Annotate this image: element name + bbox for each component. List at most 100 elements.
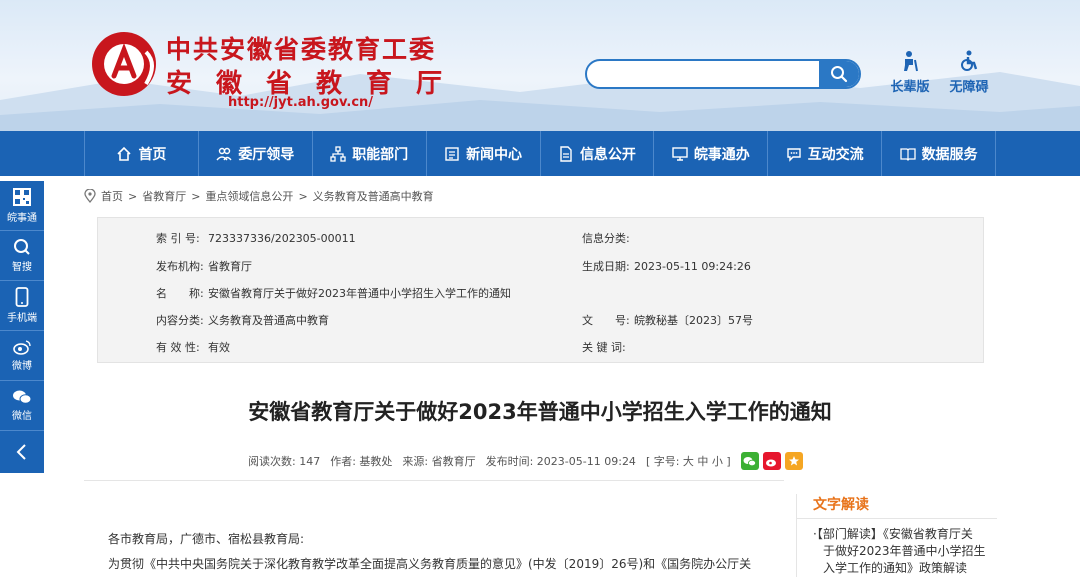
info-value: 省教育厅	[208, 260, 252, 273]
nav-item-leaders[interactable]: 委厅领导	[197, 131, 312, 176]
nav-item-services[interactable]: 皖事通办	[653, 131, 767, 176]
search-icon	[831, 66, 848, 83]
interpretation-line: 入学工作的通知》政策解读	[823, 561, 968, 575]
mobile-icon	[15, 287, 29, 307]
read-count: 阅读次数: 147	[248, 455, 321, 468]
sidebar-item-wanshitong[interactable]: 皖事通	[0, 181, 44, 231]
site-url[interactable]: http://jyt.ah.gov.cn/	[228, 95, 373, 110]
article-paragraph: 各市教育局，广德市、宿松县教育局:	[108, 532, 305, 546]
breadcrumb-separator: >	[128, 189, 138, 203]
elder-mode-link[interactable]: 长辈版	[884, 50, 936, 95]
breadcrumb-home[interactable]: 首页	[101, 188, 123, 204]
wechat-share-icon	[743, 456, 757, 466]
weibo-icon	[13, 340, 31, 355]
info-keywords-row: 关 键 词:	[582, 339, 634, 355]
elder-icon	[904, 51, 918, 72]
author: 作者: 基教处	[330, 455, 393, 468]
nav-item-departments[interactable]: 职能部门	[311, 131, 426, 176]
search-input[interactable]	[595, 64, 815, 84]
nav-item-home[interactable]: 首页	[84, 131, 198, 176]
publish-time: 发布时间: 2023-05-11 09:24	[485, 455, 636, 468]
share-wechat-button[interactable]	[740, 452, 759, 470]
accessibility-link[interactable]: 无障碍	[943, 50, 995, 95]
nav-item-data[interactable]: 数据服务	[881, 131, 996, 176]
breadcrumb-edu-dept[interactable]: 省教育厅	[142, 188, 186, 204]
info-value: 安徽省教育厅关于做好2023年普通中小学招生入学工作的通知	[208, 287, 511, 300]
document-icon	[560, 145, 572, 162]
nav-label: 新闻中心	[466, 146, 523, 163]
info-label: 索 引 号:	[156, 232, 200, 245]
star-icon	[788, 456, 799, 466]
info-label: 信息分类:	[582, 232, 630, 245]
logo-icon	[92, 32, 156, 96]
sidebar-item-mobile[interactable]: 手机端	[0, 281, 44, 331]
interpretation-link[interactable]: ·【部门解读】《安徽省教育厅关 于做好2023年普通中小学招生 入学工作的通知》…	[813, 526, 996, 577]
interpretation-line: ·【部门解读】《安徽省教育厅关	[813, 527, 973, 541]
interpretation-panel: 文字解读 ·【部门解读】《安徽省教育厅关 于做好2023年普通中小学招生 入学工…	[796, 494, 997, 577]
source: 来源: 省教育厅	[402, 455, 476, 468]
info-category-row: 信息分类:	[582, 230, 634, 246]
sidebar-label: 智搜	[12, 262, 32, 273]
sidebar-label: 皖事通	[7, 213, 37, 224]
breadcrumb-separator: >	[191, 189, 201, 203]
nav-label: 互动交流	[807, 146, 864, 163]
info-index-row: 索 引 号: 723337336/202305-00011	[156, 230, 356, 246]
accessibility-label: 无障碍	[949, 80, 989, 95]
article-paragraph: 为贯彻《中共中央国务院关于深化教育教学改革全面提高义务教育质量的意见》(中发〔2…	[108, 557, 752, 571]
share-weibo-button[interactable]	[762, 452, 781, 470]
sidebar-label: 微博	[12, 361, 32, 372]
search-box	[585, 59, 861, 89]
book-icon	[899, 147, 916, 161]
info-doc-number-row: 文 号: 皖教秘基〔2023〕57号	[582, 312, 753, 328]
divider	[797, 518, 997, 519]
nav-item-interaction[interactable]: 互动交流	[767, 131, 881, 176]
smart-search-icon	[14, 239, 30, 255]
interpretation-heading: 文字解读	[813, 497, 869, 513]
nav-label: 信息公开	[579, 146, 636, 163]
site-header: 中共安徽省委教育工委 安徽省教育厅 http://jyt.ah.gov.cn/ …	[0, 0, 1080, 131]
info-name-row: 名 称: 安徽省教育厅关于做好2023年普通中小学招生入学工作的通知	[156, 285, 511, 301]
search-button[interactable]	[819, 61, 859, 87]
share-buttons	[740, 452, 803, 470]
info-label: 生成日期:	[582, 260, 630, 273]
chevron-left-icon	[16, 444, 26, 460]
sidebar-item-smart-search[interactable]: 智搜	[0, 231, 44, 281]
nav-item-info[interactable]: 信息公开	[539, 131, 654, 176]
font-size-control[interactable]: [ 字号: 大 中 小 ]	[646, 453, 731, 469]
home-icon	[117, 146, 132, 161]
breadcrumb-key-areas[interactable]: 重点领域信息公开	[205, 188, 293, 204]
info-label: 发布机构:	[156, 260, 204, 273]
org-title: 中共安徽省委教育工委	[166, 35, 437, 64]
document-info-box: 索 引 号: 723337336/202305-00011 信息分类: 发布机构:…	[97, 217, 984, 363]
info-date-row: 生成日期: 2023-05-11 09:24:26	[582, 258, 751, 274]
nav-item-news[interactable]: 新闻中心	[425, 131, 540, 176]
info-label: 文 号:	[582, 314, 630, 327]
info-value: 2023-05-11 09:24:26	[634, 260, 751, 273]
nav-label: 数据服务	[921, 146, 978, 163]
info-label: 名 称:	[156, 287, 204, 300]
info-value: 723337336/202305-00011	[208, 232, 356, 245]
article-meta: 阅读次数: 147 作者: 基教处 来源: 省教育厅 发布时间: 2023-05…	[248, 452, 803, 470]
info-value: 有效	[208, 341, 230, 354]
qr-code-icon	[13, 188, 31, 206]
interpretation-line: 于做好2023年普通中小学招生	[823, 544, 986, 558]
news-icon	[445, 146, 459, 161]
floating-sidebar: 皖事通 智搜 手机端 微博 微信	[0, 181, 44, 473]
chat-icon	[786, 147, 801, 162]
sidebar-collapse-button[interactable]	[0, 431, 44, 473]
nav-label: 职能部门	[352, 146, 409, 163]
info-publisher-row: 发布机构: 省教育厅	[156, 258, 252, 274]
sidebar-item-weibo[interactable]: 微博	[0, 331, 44, 381]
org-chart-icon	[330, 145, 346, 162]
info-value: 义务教育及普通高中教育	[208, 314, 329, 327]
nav-label: 委厅领导	[238, 146, 295, 163]
info-validity-row: 有 效 性: 有效	[156, 339, 230, 355]
breadcrumb: 首页 > 省教育厅 > 重点领域信息公开 > 义务教育及普通高中教育	[84, 188, 434, 204]
share-favorite-button[interactable]	[784, 452, 803, 470]
breadcrumb-current[interactable]: 义务教育及普通高中教育	[313, 188, 434, 204]
sidebar-label: 手机端	[7, 313, 37, 324]
breadcrumb-separator: >	[298, 189, 308, 203]
divider	[84, 480, 784, 481]
nav-label: 皖事通办	[693, 146, 750, 163]
info-value: 皖教秘基〔2023〕57号	[634, 314, 753, 327]
